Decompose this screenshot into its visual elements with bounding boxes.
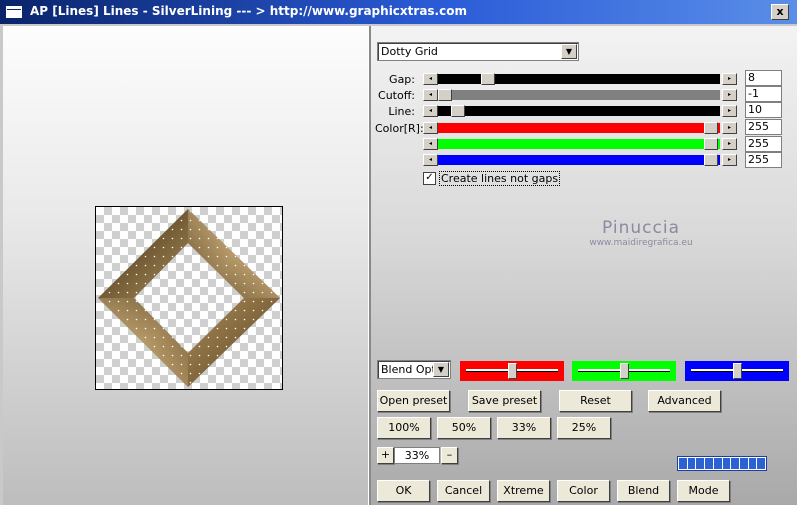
slider-left-arrow-icon[interactable]: ◂ — [423, 105, 438, 117]
watermark: Pinuccia www.maidiregrafica.eu — [571, 218, 711, 248]
gap-value[interactable]: 8 — [745, 70, 782, 86]
open-preset-button[interactable]: Open preset — [377, 390, 450, 412]
color-r-value[interactable]: 255 — [745, 119, 782, 135]
create-lines-label[interactable]: Create lines not gaps — [439, 171, 561, 186]
green-blend-slider[interactable] — [572, 361, 676, 381]
effect-dropdown[interactable]: Dotty Grid ▼ — [377, 42, 579, 61]
window-icon[interactable] — [6, 6, 22, 18]
color-r-label: Color[R]: — [375, 122, 424, 135]
chevron-down-icon[interactable]: ▼ — [561, 44, 577, 59]
line-slider-thumb[interactable] — [451, 105, 465, 117]
line-slider[interactable]: ◂ ▸ — [423, 105, 737, 117]
color-b-slider-track[interactable] — [438, 155, 720, 165]
cutoff-slider[interactable]: ◂ ▸ — [423, 89, 737, 101]
preview-pane — [3, 26, 368, 505]
zoom-100-button[interactable]: 100% — [377, 417, 431, 439]
xtreme-button[interactable]: Xtreme — [497, 480, 550, 502]
color-g-slider[interactable]: ◂ ▸ — [423, 138, 737, 150]
line-value[interactable]: 10 — [745, 102, 782, 118]
mode-button[interactable]: Mode — [677, 480, 730, 502]
reset-button[interactable]: Reset — [559, 390, 632, 412]
blend-options-dropdown[interactable]: Blend Optio ▼ — [377, 360, 451, 379]
gap-slider-thumb[interactable] — [481, 73, 495, 85]
gap-slider[interactable]: ◂ ▸ — [423, 73, 737, 85]
slider-right-arrow-icon[interactable]: ▸ — [722, 122, 737, 134]
color-r-slider[interactable]: ◂ ▸ — [423, 122, 737, 134]
color-g-slider-thumb[interactable] — [704, 138, 718, 150]
color-r-slider-thumb[interactable] — [704, 122, 718, 134]
slider-left-arrow-icon[interactable]: ◂ — [423, 73, 438, 85]
blend-button[interactable]: Blend — [617, 480, 670, 502]
slider-left-arrow-icon[interactable]: ◂ — [423, 138, 438, 150]
chevron-down-icon[interactable]: ▼ — [433, 362, 449, 377]
slider-left-arrow-icon[interactable]: ◂ — [423, 122, 438, 134]
title-bar[interactable]: AP [Lines] Lines - SilverLining --- > ht… — [0, 0, 797, 24]
zoom-level-field[interactable]: 33% — [394, 447, 440, 464]
blend-options-value: Blend Optio — [381, 363, 434, 376]
green-blend-thumb[interactable] — [620, 363, 629, 379]
slider-right-arrow-icon[interactable]: ▸ — [722, 89, 737, 101]
zoom-25-button[interactable]: 25% — [557, 417, 611, 439]
red-blend-slider[interactable] — [460, 361, 564, 381]
line-label: Line: — [388, 105, 415, 118]
zoom-out-button[interactable]: – — [441, 447, 458, 464]
controls-pane: Dotty Grid ▼ Gap: ◂ ▸ 8 Cutoff: ◂ ▸ -1 L… — [371, 26, 797, 505]
red-blend-thumb[interactable] — [508, 363, 517, 379]
save-preset-button[interactable]: Save preset — [468, 390, 541, 412]
effect-dropdown-value: Dotty Grid — [381, 45, 438, 58]
blue-blend-slider[interactable] — [685, 361, 789, 381]
cutoff-slider-thumb[interactable] — [438, 89, 452, 101]
zoom-33-button[interactable]: 33% — [497, 417, 551, 439]
progress-bar — [677, 456, 767, 471]
color-button[interactable]: Color — [557, 480, 610, 502]
preview-canvas[interactable] — [95, 206, 283, 390]
color-g-slider-track[interactable] — [438, 139, 720, 149]
close-button[interactable]: x — [771, 4, 789, 20]
cutoff-slider-track[interactable] — [438, 90, 720, 100]
cutoff-label: Cutoff: — [378, 89, 415, 102]
color-b-value[interactable]: 255 — [745, 152, 782, 168]
slider-right-arrow-icon[interactable]: ▸ — [722, 73, 737, 85]
color-b-slider[interactable]: ◂ ▸ — [423, 154, 737, 166]
slider-left-arrow-icon[interactable]: ◂ — [423, 154, 438, 166]
slider-right-arrow-icon[interactable]: ▸ — [722, 105, 737, 117]
slider-right-arrow-icon[interactable]: ▸ — [722, 154, 737, 166]
gap-label: Gap: — [389, 73, 415, 86]
advanced-button[interactable]: Advanced — [648, 390, 721, 412]
cancel-button[interactable]: Cancel — [437, 480, 490, 502]
watermark-name: Pinuccia — [602, 218, 680, 238]
diamond-shape-image — [98, 209, 280, 387]
zoom-in-button[interactable]: + — [377, 447, 394, 464]
slider-left-arrow-icon[interactable]: ◂ — [423, 89, 438, 101]
color-r-slider-track[interactable] — [438, 123, 720, 133]
ok-button[interactable]: OK — [377, 480, 430, 502]
plugin-window: AP [Lines] Lines - SilverLining --- > ht… — [0, 0, 797, 505]
watermark-url: www.maidiregrafica.eu — [589, 238, 693, 248]
window-title: AP [Lines] Lines - SilverLining --- > ht… — [30, 4, 467, 18]
cutoff-value[interactable]: -1 — [745, 86, 782, 102]
slider-right-arrow-icon[interactable]: ▸ — [722, 138, 737, 150]
zoom-50-button[interactable]: 50% — [437, 417, 491, 439]
color-g-value[interactable]: 255 — [745, 136, 782, 152]
blue-blend-thumb[interactable] — [733, 363, 742, 379]
create-lines-checkbox[interactable]: ✓ — [423, 172, 436, 185]
color-b-slider-thumb[interactable] — [704, 154, 718, 166]
line-slider-track[interactable] — [438, 106, 720, 116]
